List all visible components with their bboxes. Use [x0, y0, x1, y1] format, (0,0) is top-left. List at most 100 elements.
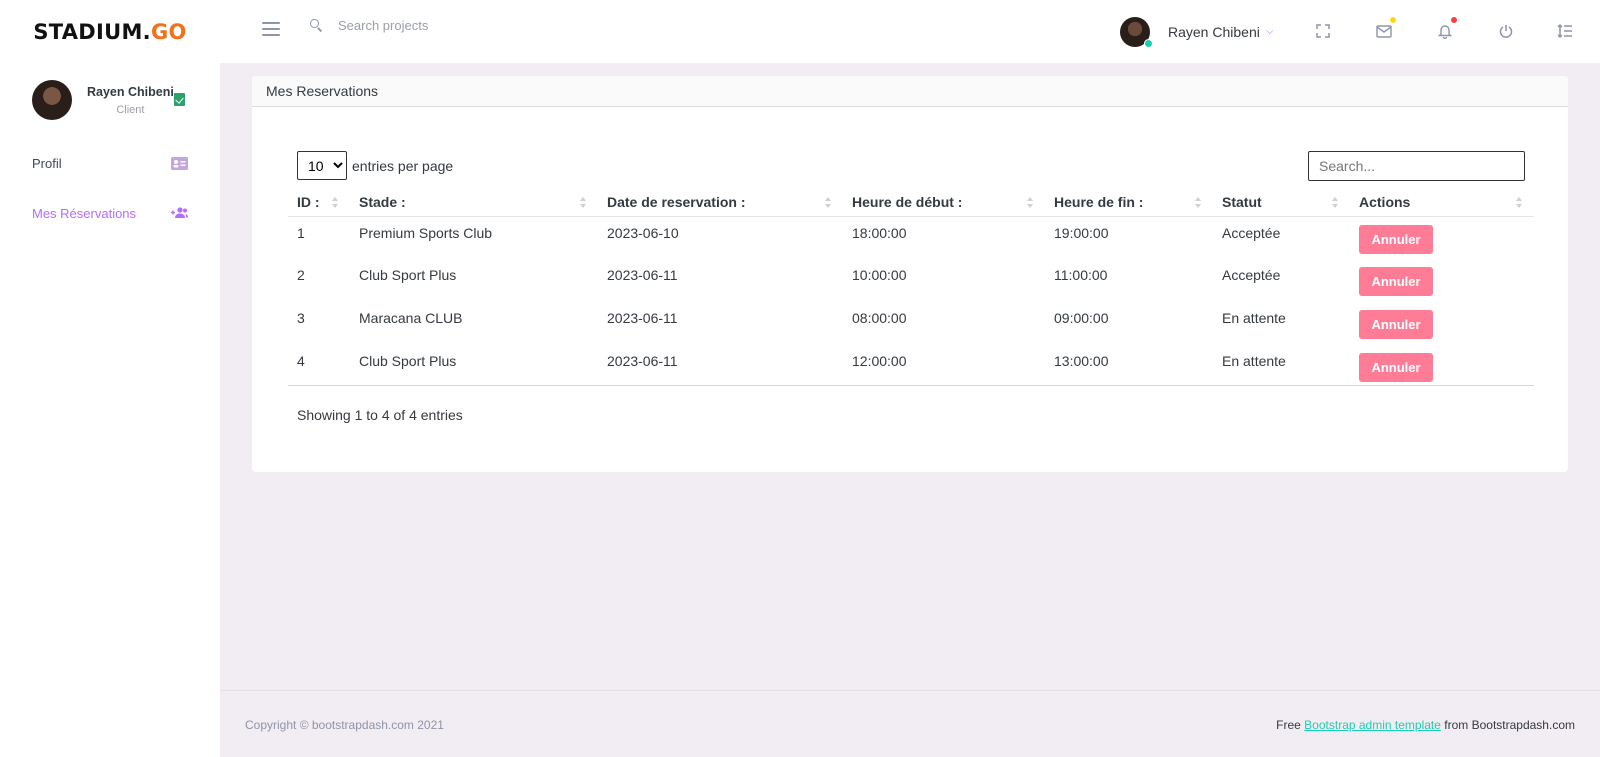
cell-date: 2023-06-11: [607, 310, 678, 326]
column-header-label: Date de reservation :: [607, 194, 746, 211]
hamburger-icon: [262, 22, 280, 24]
cell-statut: En attente: [1222, 310, 1286, 326]
cell-statut: En attente: [1222, 353, 1286, 369]
logout-button[interactable]: [1496, 21, 1516, 41]
table-header-row: ID : Stade : Date de reservation : Heure…: [288, 189, 1534, 217]
sidebar-item-mes-reservations[interactable]: Mes Réservations: [32, 203, 188, 223]
avatar: [32, 80, 72, 120]
column-header-label: Actions: [1359, 194, 1411, 211]
format-list-icon: [1557, 24, 1572, 38]
brand-name-accent: GO: [150, 19, 187, 44]
table-info: Showing 1 to 4 of 4 entries: [297, 407, 463, 423]
table-row: 3 Maracana CLUB 2023-06-11 08:00:00 09:0…: [288, 302, 1534, 345]
table-row: 2 Club Sport Plus 2023-06-11 10:00:00 11…: [288, 259, 1534, 302]
footer-copyright: Copyright © bootstrapdash.com 2021: [245, 718, 444, 732]
sort-icon: [1027, 197, 1033, 209]
annuler-button[interactable]: Annuler: [1359, 224, 1433, 254]
page-size-select[interactable]: 510152025: [297, 151, 347, 180]
cell-actions: Annuler: [1350, 259, 1534, 302]
profile-text: Rayen Chibeni Client: [87, 85, 174, 116]
navbar-user-name: Rayen Chibeni: [1168, 23, 1260, 40]
cell-actions: Annuler: [1350, 302, 1534, 345]
cell-heure-fin: 19:00:00: [1054, 224, 1109, 241]
column-header-date[interactable]: Date de reservation :: [598, 189, 843, 217]
messages-button[interactable]: [1374, 17, 1396, 41]
sidebar-item-label: Profil: [32, 155, 62, 171]
footer-template-link[interactable]: Bootstrap admin template: [1304, 718, 1441, 732]
cell-heure-fin: 09:00:00: [1054, 310, 1109, 326]
chevron-down-icon: ⌵: [1265, 26, 1274, 37]
cell-stade: Maracana CLUB: [359, 310, 463, 326]
online-status-dot: [1144, 38, 1153, 48]
sort-icon: [1516, 197, 1522, 209]
settings-panel-button[interactable]: [1555, 21, 1575, 41]
cell-actions: Annuler: [1350, 216, 1534, 259]
column-header-id[interactable]: ID :: [288, 189, 350, 217]
brand-name: STADIUM.: [33, 19, 151, 44]
hamburger-icon-line: [262, 34, 280, 36]
column-header-statut[interactable]: Statut: [1213, 189, 1350, 217]
entries-label: entries per page: [352, 157, 454, 174]
column-header-stade[interactable]: Stade :: [350, 189, 598, 217]
table-row: 1 Premium Sports Club 2023-06-10 18:00:0…: [288, 216, 1534, 259]
search-input[interactable]: [338, 18, 558, 33]
top-navbar: STADIUM.GO Rayen Chibeni ⌵: [0, 0, 1600, 63]
project-search: [310, 18, 558, 33]
column-header-heure-debut[interactable]: Heure de début :: [843, 189, 1045, 217]
sort-icon: [580, 197, 586, 209]
sort-icon: [1195, 197, 1201, 209]
brand-logo[interactable]: STADIUM. GO: [0, 0, 220, 63]
column-header-label: Heure de début :: [852, 194, 963, 211]
cell-heure-fin: 13:00:00: [1054, 353, 1109, 369]
page-size-control: 510152025 entries per page: [297, 151, 453, 180]
id-card-icon: [171, 156, 188, 170]
message-badge: [1390, 17, 1396, 23]
sort-icon: [825, 197, 831, 209]
users-icon: [171, 207, 188, 218]
verified-bookmark-icon: [174, 93, 185, 106]
profile-name: Rayen Chibeni: [87, 84, 174, 99]
cell-statut: Acceptée: [1222, 267, 1281, 283]
footer-from-text: from Bootstrapdash.com: [1444, 718, 1575, 732]
cell-id: 3: [297, 310, 305, 326]
sort-icon: [332, 197, 338, 209]
hamburger-icon-line: [262, 28, 280, 30]
footer-credit: Free Bootstrap admin template from Boots…: [1276, 718, 1575, 732]
annuler-button[interactable]: Annuler: [1359, 267, 1433, 296]
cell-date: 2023-06-10: [607, 224, 679, 241]
bell-icon: [1438, 25, 1452, 39]
fullscreen-icon: [1316, 24, 1330, 38]
cell-stade: Club Sport Plus: [359, 353, 457, 369]
sidebar-profile[interactable]: Rayen Chibeni Client: [32, 80, 185, 120]
search-icon: [310, 18, 324, 33]
user-dropdown[interactable]: Rayen Chibeni ⌵: [1120, 15, 1273, 48]
cell-id: 2: [297, 267, 305, 283]
footer-free-text: Free: [1276, 718, 1301, 732]
column-header-heure-fin[interactable]: Heure de fin :: [1045, 189, 1213, 217]
sidebar-item-profil[interactable]: Profil: [32, 153, 188, 173]
column-header-label: Stade :: [359, 194, 406, 211]
reservations-card: Mes Reservations 510152025 entries per p…: [252, 76, 1568, 472]
mail-icon: [1376, 24, 1392, 38]
reservations-table: ID : Stade : Date de reservation : Heure…: [288, 189, 1534, 386]
column-header-label: ID :: [297, 194, 320, 211]
table-search-input[interactable]: [1308, 151, 1525, 181]
column-header-actions[interactable]: Actions: [1350, 189, 1534, 217]
menu-toggle-button[interactable]: [262, 22, 280, 36]
cell-heure-debut: 18:00:00: [852, 224, 907, 241]
card-title: Mes Reservations: [252, 76, 1568, 107]
cell-heure-debut: 12:00:00: [852, 353, 907, 369]
avatar: [1120, 16, 1153, 48]
annuler-button[interactable]: Annuler: [1359, 353, 1433, 382]
cell-stade: Premium Sports Club: [359, 224, 493, 241]
annuler-button[interactable]: Annuler: [1359, 310, 1433, 339]
sidebar: Rayen Chibeni Client Profil Mes Réservat…: [0, 63, 220, 757]
fullscreen-button[interactable]: [1313, 21, 1333, 41]
cell-heure-debut: 08:00:00: [852, 310, 907, 326]
notifications-button[interactable]: [1435, 17, 1457, 41]
notification-badge: [1451, 17, 1457, 23]
cell-date: 2023-06-11: [607, 267, 678, 283]
profile-role: Client: [116, 103, 145, 116]
cell-stade: Club Sport Plus: [359, 267, 457, 283]
sidebar-item-label: Mes Réservations: [32, 205, 137, 221]
